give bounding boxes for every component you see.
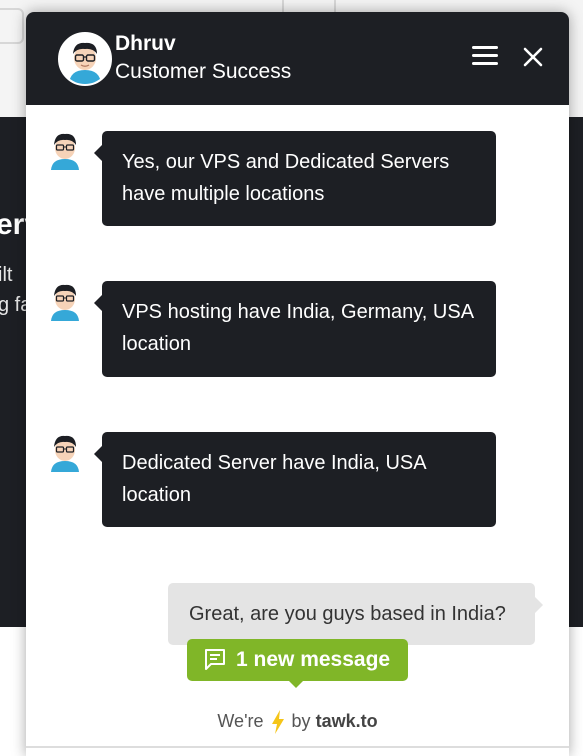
close-button[interactable] [520, 44, 546, 70]
hamburger-icon-line [472, 54, 498, 57]
footer-divider [26, 746, 569, 748]
agent-avatar [58, 32, 112, 86]
branding-prefix: We're [217, 710, 264, 731]
chat-header: Dhruv Customer Success [26, 12, 569, 105]
new-message-label: 1 new message [236, 648, 391, 671]
chat-icon [205, 649, 225, 670]
new-message-button[interactable]: 1 new message [187, 639, 408, 688]
branding-brand: tawk.to [315, 710, 378, 731]
agent-name: Dhruv [115, 32, 176, 55]
chat-widget: Dhruv Customer Success Yes, our VPS and … [26, 12, 569, 756]
hamburger-icon [472, 46, 498, 49]
background-text-line: ilt [0, 264, 13, 286]
agent-role: Customer Success [115, 60, 292, 83]
powered-by-link[interactable]: We're by tawk.to [26, 710, 569, 734]
visitor-message-bubble: Great, are you guys based in India? [168, 583, 543, 645]
branding-by: by [291, 710, 311, 731]
agent-message-avatar [48, 432, 82, 472]
close-icon [523, 47, 543, 67]
agent-message-bubble: Yes, our VPS and Dedicated Servers have … [94, 131, 496, 226]
agent-message-bubble: Dedicated Server have India, USA locatio… [94, 432, 496, 527]
background-logo [0, 8, 24, 44]
lightning-icon [271, 710, 284, 734]
agent-message-avatar [48, 130, 82, 170]
hamburger-icon-line [472, 62, 498, 65]
agent-message-bubble: VPS hosting have India, Germany, USA loc… [94, 281, 496, 377]
agent-message-avatar [48, 281, 82, 321]
menu-button[interactable] [472, 46, 498, 68]
